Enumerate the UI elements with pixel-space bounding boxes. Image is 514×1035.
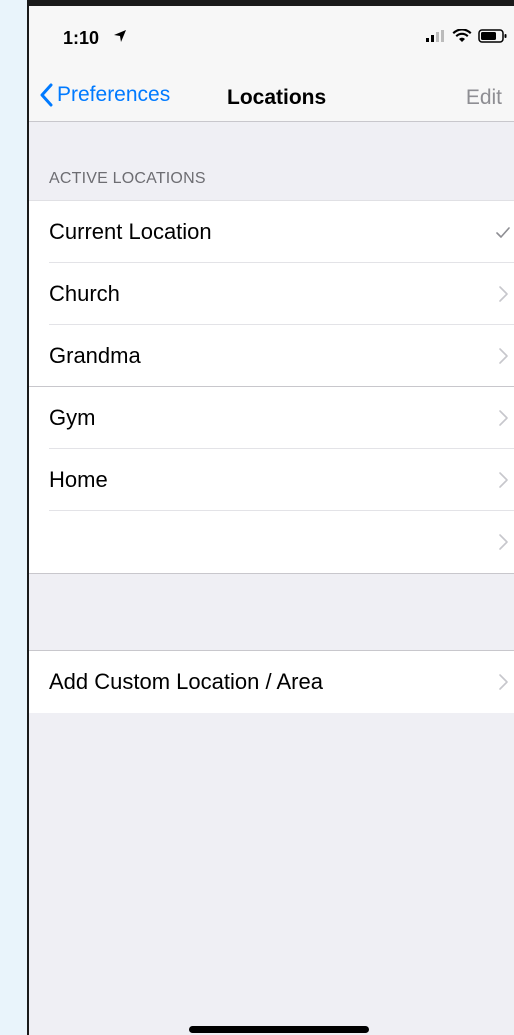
page-title: Locations <box>227 86 327 109</box>
chevron-right-icon <box>499 410 508 426</box>
location-arrow-icon <box>114 30 126 42</box>
status-icons <box>426 28 508 44</box>
edit-button[interactable]: Edit <box>466 86 502 110</box>
list-item-label: Home <box>49 467 108 492</box>
active-locations-list: Current Location Church Grandma Gym Home <box>29 200 514 574</box>
chevron-right-icon <box>499 348 508 364</box>
list-item-label: Gym <box>49 405 96 430</box>
checkmark-icon <box>496 227 510 238</box>
chevron-right-icon <box>499 674 508 690</box>
status-bar: 1:10 <box>29 6 514 68</box>
wifi-icon <box>452 29 472 42</box>
chevron-right-icon <box>499 472 508 488</box>
list-item-label: Current Location <box>49 219 212 244</box>
back-button-label: Preferences <box>57 83 171 106</box>
add-custom-location-label: Add Custom Location / Area <box>49 669 323 694</box>
list-item-unnamed[interactable] <box>29 511 514 573</box>
list-item-home[interactable]: Home <box>29 449 514 511</box>
list-item-gym[interactable]: Gym <box>29 387 514 449</box>
phone-frame: 1:10 Preferences Locations Edit ACTIVE L… <box>0 0 514 1035</box>
navigation-bar: Preferences Locations Edit <box>29 68 514 122</box>
list-item-current-location[interactable]: Current Location <box>29 201 514 263</box>
list-item-church[interactable]: Church <box>29 263 514 325</box>
screen: 1:10 Preferences Locations Edit ACTIVE L… <box>29 6 514 1035</box>
custom-locations-list: Add Custom Location / Area <box>29 650 514 713</box>
back-button[interactable]: Preferences <box>39 80 170 110</box>
cellular-signal-icon <box>426 30 444 42</box>
list-item-label: Church <box>49 281 120 306</box>
status-time: 1:10 <box>63 28 100 48</box>
chevron-left-icon <box>40 83 53 107</box>
section-header-active-locations: ACTIVE LOCATIONS <box>49 170 206 187</box>
device-bezel-left <box>0 0 29 1035</box>
battery-icon <box>478 29 507 43</box>
home-indicator[interactable] <box>189 1026 369 1033</box>
list-item-label: Grandma <box>49 343 141 368</box>
chevron-right-icon <box>499 286 508 302</box>
add-custom-location-button[interactable]: Add Custom Location / Area <box>29 651 514 713</box>
chevron-right-icon <box>499 534 508 550</box>
list-item-grandma[interactable]: Grandma <box>29 325 514 387</box>
